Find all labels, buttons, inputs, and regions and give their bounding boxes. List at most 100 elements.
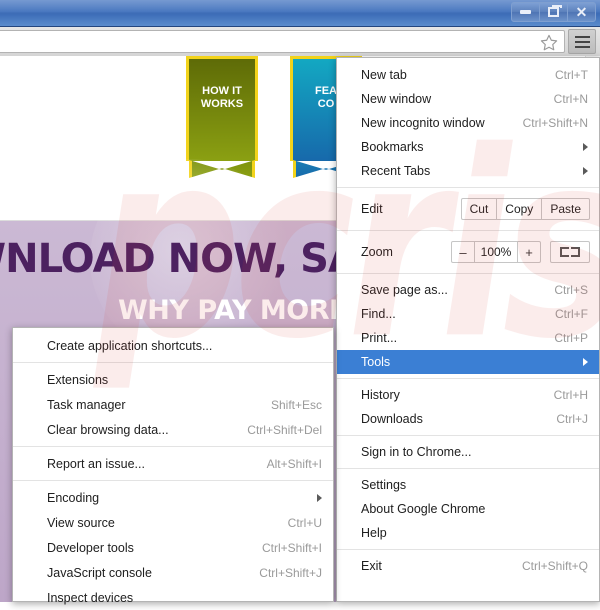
menu-row-zoom: Zoom –100% + bbox=[337, 235, 599, 269]
hamburger-line bbox=[574, 45, 590, 48]
chevron-right-icon bbox=[583, 167, 588, 175]
edit-button-group: Cut Copy Paste bbox=[460, 198, 590, 220]
browser-toolbar bbox=[0, 27, 600, 56]
zoom-in-button[interactable]: + bbox=[517, 241, 541, 263]
menu-item-shortcut: Ctrl+Shift+J bbox=[259, 565, 322, 580]
menu-item-label: Encoding bbox=[47, 490, 100, 505]
menu-item-view-source[interactable]: View source Ctrl+U bbox=[13, 510, 333, 535]
menu-item-label: Recent Tabs bbox=[361, 164, 431, 178]
hamburger-line bbox=[574, 40, 590, 43]
menu-item-javascript-console[interactable]: JavaScript console Ctrl+Shift+J bbox=[13, 560, 333, 585]
menu-item-label: View source bbox=[47, 515, 115, 530]
menu-item-tools[interactable]: Tools bbox=[337, 350, 599, 374]
menu-separator bbox=[337, 549, 599, 550]
menu-item-encoding[interactable]: Encoding bbox=[13, 485, 333, 510]
ribbon-line-2: WORKS bbox=[200, 98, 244, 110]
menu-item-shortcut: Ctrl+Shift+N bbox=[522, 116, 588, 130]
minimize-icon bbox=[520, 10, 531, 14]
menu-item-help[interactable]: Help bbox=[337, 521, 599, 545]
fullscreen-corner bbox=[560, 248, 569, 257]
menu-item-label: Report an issue... bbox=[47, 456, 145, 471]
menu-item-label: New window bbox=[361, 92, 432, 106]
menu-separator bbox=[13, 446, 333, 447]
menu-separator bbox=[337, 230, 599, 231]
menu-item-new-window[interactable]: New window Ctrl+N bbox=[337, 87, 599, 111]
menu-item-report-an-issue[interactable]: Report an issue... Alt+Shift+I bbox=[13, 451, 333, 476]
menu-row-edit: Edit Cut Copy Paste bbox=[337, 192, 599, 226]
menu-item-developer-tools[interactable]: Developer tools Ctrl+Shift+I bbox=[13, 535, 333, 560]
menu-item-inspect-devices[interactable]: Inspect devices bbox=[13, 585, 333, 610]
window-titlebar: ✕ bbox=[0, 0, 600, 27]
menu-item-shortcut: Ctrl+H bbox=[553, 388, 588, 402]
minimize-button[interactable] bbox=[511, 2, 540, 22]
zoom-stepper: –100% + bbox=[451, 241, 541, 263]
paste-button[interactable]: Paste bbox=[541, 198, 590, 220]
menu-item-shortcut: Ctrl+F bbox=[555, 307, 588, 321]
menu-item-label: Clear browsing data... bbox=[47, 422, 169, 437]
menu-item-about-google-chrome[interactable]: About Google Chrome bbox=[337, 497, 599, 521]
tools-submenu: Create application shortcuts... Extension… bbox=[12, 327, 334, 605]
menu-item-label: Sign in to Chrome... bbox=[361, 445, 472, 459]
restore-icon bbox=[548, 5, 562, 17]
menu-item-extensions[interactable]: Extensions bbox=[13, 367, 333, 392]
menu-item-label: Find... bbox=[361, 307, 396, 321]
menu-item-sign-in-to-chrome[interactable]: Sign in to Chrome... bbox=[337, 440, 599, 464]
menu-item-downloads[interactable]: Downloads Ctrl+J bbox=[337, 407, 599, 431]
hamburger-line bbox=[574, 35, 590, 38]
menu-item-history[interactable]: History Ctrl+H bbox=[337, 383, 599, 407]
menu-item-recent-tabs[interactable]: Recent Tabs bbox=[337, 159, 599, 183]
chrome-main-menu: New tab Ctrl+T New window Ctrl+N New incogni… bbox=[336, 57, 600, 602]
menu-separator bbox=[13, 480, 333, 481]
menu-item-new-tab[interactable]: New tab Ctrl+T bbox=[337, 63, 599, 87]
hamburger-menu-icon[interactable] bbox=[568, 29, 596, 54]
menu-item-new-incognito-window[interactable]: New incognito window Ctrl+Shift+N bbox=[337, 111, 599, 135]
close-icon: ✕ bbox=[575, 4, 588, 20]
menu-item-shortcut: Ctrl+P bbox=[554, 331, 588, 345]
menu-separator bbox=[337, 187, 599, 188]
menu-item-shortcut: Alt+Shift+I bbox=[266, 456, 322, 471]
menu-item-shortcut: Ctrl+Shift+Q bbox=[521, 559, 588, 573]
fullscreen-corner bbox=[571, 248, 580, 257]
zoom-out-button[interactable]: – bbox=[451, 241, 475, 263]
menu-item-label: Zoom bbox=[361, 245, 393, 259]
menu-item-bookmarks[interactable]: Bookmarks bbox=[337, 135, 599, 159]
menu-item-label: Developer tools bbox=[47, 540, 134, 555]
close-button[interactable]: ✕ bbox=[567, 2, 596, 22]
menu-item-label: Settings bbox=[361, 478, 407, 492]
menu-separator bbox=[337, 378, 599, 379]
cut-button[interactable]: Cut bbox=[460, 198, 498, 220]
menu-item-exit[interactable]: Exit Ctrl+Shift+Q bbox=[337, 554, 599, 578]
menu-item-shortcut: Ctrl+S bbox=[554, 283, 588, 297]
chevron-right-icon bbox=[317, 493, 322, 502]
ribbon-line-1: HOW IT bbox=[202, 85, 242, 97]
menu-item-label: History bbox=[361, 388, 400, 402]
ribbon-how-it-works[interactable]: HOW IT WORKS bbox=[186, 56, 258, 161]
menu-item-label: New tab bbox=[361, 68, 407, 82]
menu-item-shortcut: Ctrl+Shift+Del bbox=[247, 422, 322, 437]
menu-separator bbox=[337, 468, 599, 469]
menu-item-find[interactable]: Find... Ctrl+F bbox=[337, 302, 599, 326]
address-bar[interactable] bbox=[0, 30, 565, 53]
menu-item-clear-browsing-data[interactable]: Clear browsing data... Ctrl+Shift+Del bbox=[13, 417, 333, 442]
menu-item-shortcut: Ctrl+J bbox=[556, 412, 588, 426]
menu-item-create-application-shortcuts[interactable]: Create application shortcuts... bbox=[13, 333, 333, 358]
menu-item-label: JavaScript console bbox=[47, 565, 152, 580]
menu-item-shortcut: Ctrl+U bbox=[287, 515, 322, 530]
menu-item-print[interactable]: Print... Ctrl+P bbox=[337, 326, 599, 350]
star-icon[interactable] bbox=[540, 34, 558, 51]
menu-item-label: Extensions bbox=[47, 372, 109, 387]
menu-item-save-page-as[interactable]: Save page as... Ctrl+S bbox=[337, 278, 599, 302]
menu-item-label: Help bbox=[361, 526, 387, 540]
menu-item-shortcut: Ctrl+Shift+I bbox=[261, 540, 322, 555]
menu-item-settings[interactable]: Settings bbox=[337, 473, 599, 497]
copy-button[interactable]: Copy bbox=[496, 198, 543, 220]
restore-button[interactable] bbox=[539, 2, 568, 22]
menu-item-label: Bookmarks bbox=[361, 140, 424, 154]
menu-item-label: Edit bbox=[361, 202, 383, 216]
menu-item-task-manager[interactable]: Task manager Shift+Esc bbox=[13, 392, 333, 417]
menu-separator bbox=[13, 362, 333, 363]
menu-item-label: Exit bbox=[361, 559, 382, 573]
menu-item-label: New incognito window bbox=[361, 116, 485, 130]
menu-item-shortcut: Ctrl+T bbox=[555, 68, 588, 82]
fullscreen-icon[interactable] bbox=[550, 241, 590, 263]
